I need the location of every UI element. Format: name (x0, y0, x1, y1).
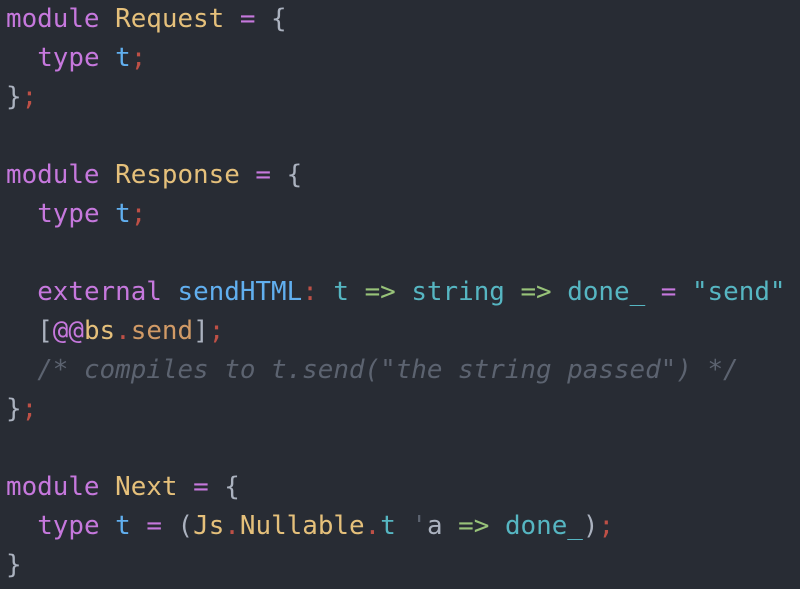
code-line-9: [@@bs.send]; (6, 312, 800, 351)
code-line-8: external sendHTML: t => string => done_ … (6, 273, 800, 312)
type-name-t: t (115, 199, 131, 229)
arrow-operator: => (458, 511, 490, 541)
arrow-operator: => (364, 277, 396, 307)
open-brace: { (286, 160, 303, 190)
type-t: t (380, 511, 396, 541)
type-t: t (333, 277, 349, 307)
semicolon: ; (21, 394, 38, 424)
close-brace: } (6, 394, 22, 424)
attribute-namespace: bs (83, 316, 116, 346)
keyword-external: external (37, 277, 162, 307)
semicolon: ; (208, 316, 225, 346)
module-js: Js (193, 511, 225, 541)
open-paren: ( (177, 511, 194, 541)
close-bracket: ] (193, 316, 209, 346)
code-block: module Request = { type t;}; module Respo… (6, 0, 800, 585)
code-line-14: type t = (Js.Nullable.t 'a => done_); (6, 507, 800, 546)
keyword-module: module (6, 4, 100, 34)
module-name-next: Next (115, 472, 178, 502)
close-paren: ) (582, 511, 599, 541)
keyword-type: type (37, 511, 100, 541)
semicolon: ; (598, 511, 615, 541)
string-literal-send: "send" (691, 277, 786, 307)
code-line-6: type t; (6, 195, 800, 234)
type-var-a: a (426, 511, 443, 541)
semicolon: ; (130, 43, 147, 73)
semicolon: ; (21, 82, 38, 112)
type-done: done_ (567, 277, 646, 307)
code-line-15: } (6, 546, 800, 585)
dot: . (224, 511, 240, 541)
code-line-12-empty (6, 429, 800, 468)
open-bracket: [ (37, 316, 53, 346)
close-brace: } (6, 550, 22, 580)
colon: : (302, 277, 318, 307)
code-line-2: type t; (6, 39, 800, 78)
function-name-sendhtml: sendHTML (177, 277, 303, 307)
keyword-module: module (6, 472, 100, 502)
type-name-t: t (115, 43, 131, 73)
open-brace: { (224, 472, 240, 502)
keyword-module: module (6, 160, 100, 190)
module-nullable: Nullable (239, 511, 365, 541)
type-var-tick: ' (411, 511, 427, 541)
type-name-t: t (115, 511, 131, 541)
equals-operator: = (255, 160, 272, 190)
code-editor[interactable]: module Request = { type t;}; module Respo… (0, 0, 800, 589)
code-line-13: module Next = { (6, 468, 800, 507)
code-line-5: module Response = { (6, 156, 800, 195)
close-brace: } (6, 82, 22, 112)
equals-operator: = (239, 4, 256, 34)
equals-operator: = (193, 472, 209, 502)
type-done: done_ (504, 511, 583, 541)
keyword-type: type (37, 43, 100, 73)
attribute-field-send: send (130, 316, 194, 346)
dot: . (364, 511, 381, 541)
code-line-10: /* compiles to t.send("the string passed… (6, 351, 800, 390)
comment: /* compiles to t.send("the string passed… (37, 355, 739, 385)
dot: . (115, 316, 131, 346)
module-name-request: Request (115, 4, 225, 34)
code-line-11: }; (6, 390, 800, 429)
code-line-1: module Request = { (6, 0, 800, 39)
equals-operator: = (660, 277, 677, 307)
type-string: string (411, 277, 505, 307)
code-line-7-empty (6, 234, 800, 273)
arrow-operator: => (520, 277, 552, 307)
semicolon: ; (130, 199, 147, 229)
module-name-response: Response (115, 160, 240, 190)
equals-operator: = (146, 511, 162, 541)
open-brace: { (271, 4, 287, 34)
keyword-type: type (37, 199, 100, 229)
attribute-at: @@ (52, 316, 84, 346)
code-line-3: }; (6, 78, 800, 117)
code-line-4-empty (6, 117, 800, 156)
